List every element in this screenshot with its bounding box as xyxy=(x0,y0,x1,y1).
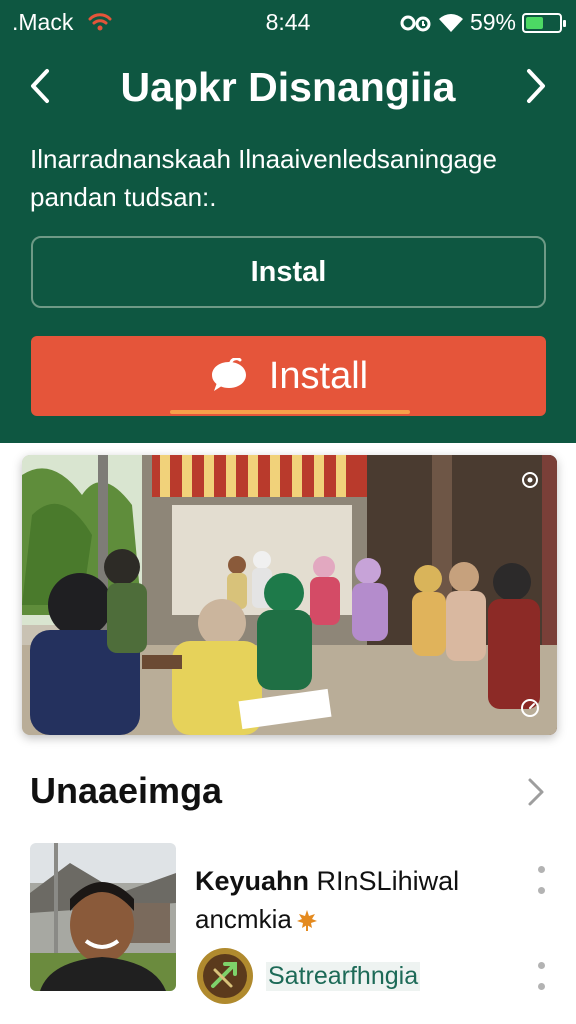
hero-photo[interactable] xyxy=(22,455,557,735)
battery-icon xyxy=(522,12,566,33)
maple-leaf-icon xyxy=(296,909,317,931)
chevron-right-icon xyxy=(528,778,544,806)
battery-percent: 59% xyxy=(469,9,516,35)
status-right: 59% xyxy=(400,9,566,36)
section-title: Unaaeimga xyxy=(30,770,223,811)
kebab-dot xyxy=(537,887,545,894)
info-button[interactable] xyxy=(515,465,545,495)
battery-level xyxy=(526,16,544,29)
item-more-button[interactable] xyxy=(536,866,546,894)
arrow-emblem-icon xyxy=(197,948,253,1004)
badge-more-button[interactable] xyxy=(536,962,546,990)
avatar-portrait xyxy=(30,843,176,991)
wifi-signal-icon xyxy=(438,13,463,32)
person-name: Keyuahn RInSLihiwal xyxy=(195,866,459,897)
kebab-dot xyxy=(537,962,545,969)
alarm-icon xyxy=(400,15,431,31)
speech-bubble-icon xyxy=(211,358,246,391)
page-title: Uapkr Disnangiia xyxy=(120,64,456,110)
description-line-2: pandan tudsan:. xyxy=(30,182,217,212)
person-name-bold: Keyuahn xyxy=(195,866,310,896)
info-icon xyxy=(522,472,538,488)
install-label: Install xyxy=(268,354,369,397)
kebab-dot xyxy=(537,983,545,990)
install-underline xyxy=(170,410,410,414)
chevron-right-icon xyxy=(527,69,545,103)
person-name-rest: RInSLihiwal xyxy=(309,866,460,896)
person-subtitle: ancmkia xyxy=(195,904,318,935)
status-bar: .Mack 8:44 59% xyxy=(0,0,576,46)
avatar[interactable] xyxy=(30,843,176,991)
description: Ilnarradnanskaah Ilnaaivenledsaningage p… xyxy=(30,140,550,216)
kebab-dot xyxy=(537,866,545,873)
forward-button[interactable] xyxy=(514,64,558,108)
section-more-button[interactable] xyxy=(518,774,554,810)
hero-illustration xyxy=(22,455,557,735)
badge-label[interactable]: Satrearfhngia xyxy=(266,962,421,991)
badge-emblem[interactable] xyxy=(195,946,255,1006)
instal-button[interactable]: Instal xyxy=(31,236,546,308)
person-subtitle-text: ancmkia xyxy=(195,904,292,934)
timer-button[interactable] xyxy=(515,693,545,723)
install-button[interactable]: Install xyxy=(31,336,546,416)
timer-icon xyxy=(521,699,539,717)
description-line-1: Ilnarradnanskaah Ilnaaivenledsaningage xyxy=(30,144,497,174)
